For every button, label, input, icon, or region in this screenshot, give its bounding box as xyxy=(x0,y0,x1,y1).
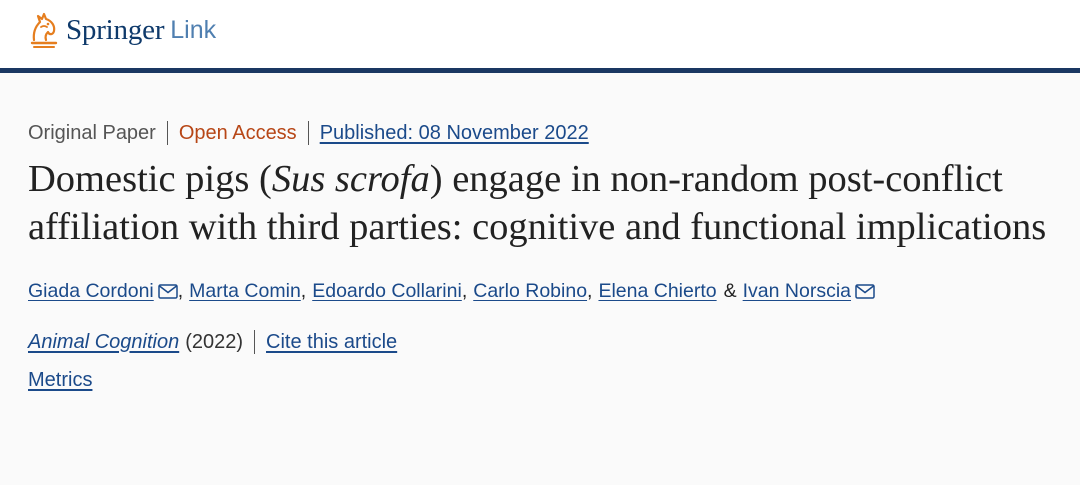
comma: , xyxy=(177,280,184,302)
logo-text-link: Link xyxy=(170,15,217,44)
published-date-link[interactable]: Published: 08 November 2022 xyxy=(320,122,589,145)
springerlink-logo[interactable]: Springer Link xyxy=(28,10,216,50)
comma: , xyxy=(300,280,307,302)
comma: , xyxy=(587,280,593,302)
author-link[interactable]: Carlo Robino xyxy=(473,280,587,303)
ampersand: & xyxy=(723,280,737,302)
divider xyxy=(307,121,309,145)
envelope-icon[interactable] xyxy=(158,284,178,299)
author-link[interactable]: Giada Cordoni xyxy=(28,280,154,303)
divider xyxy=(254,330,256,354)
title-text-start: Domestic pigs ( xyxy=(28,158,272,200)
divider xyxy=(166,121,168,145)
author-link[interactable]: Edoardo Collarini xyxy=(312,280,462,303)
metrics-link[interactable]: Metrics xyxy=(28,369,92,391)
article-type: Original Paper xyxy=(28,121,156,144)
author-link[interactable]: Elena Chierto xyxy=(598,280,716,303)
logo-text-springer: Springer xyxy=(66,13,165,46)
publication-year: (2022) xyxy=(185,330,244,353)
open-access-badge: Open Access xyxy=(178,121,297,144)
author-link[interactable]: Ivan Norscia xyxy=(743,280,851,303)
author-link[interactable]: Marta Comin xyxy=(189,280,301,303)
journal-line: Animal Cognition (2022) Cite this articl… xyxy=(28,330,1052,354)
article-title: Domestic pigs (Sus scrofa) engage in non… xyxy=(28,155,1058,251)
author-list: Giada Cordoni , Marta Comin , Edoardo Co… xyxy=(28,280,1052,303)
comma: , xyxy=(461,280,468,302)
article-meta: Original Paper Open Access Published: 08… xyxy=(28,121,1052,145)
envelope-icon[interactable] xyxy=(855,284,875,299)
article-header: Original Paper Open Access Published: 08… xyxy=(0,121,1080,392)
journal-link[interactable]: Animal Cognition xyxy=(28,331,179,354)
horse-logo-icon xyxy=(30,12,58,48)
metrics-section: Metrics xyxy=(28,369,1052,392)
site-header: Springer Link xyxy=(0,0,1080,73)
title-species-name: Sus scrofa xyxy=(271,158,430,200)
cite-article-link[interactable]: Cite this article xyxy=(266,331,397,354)
